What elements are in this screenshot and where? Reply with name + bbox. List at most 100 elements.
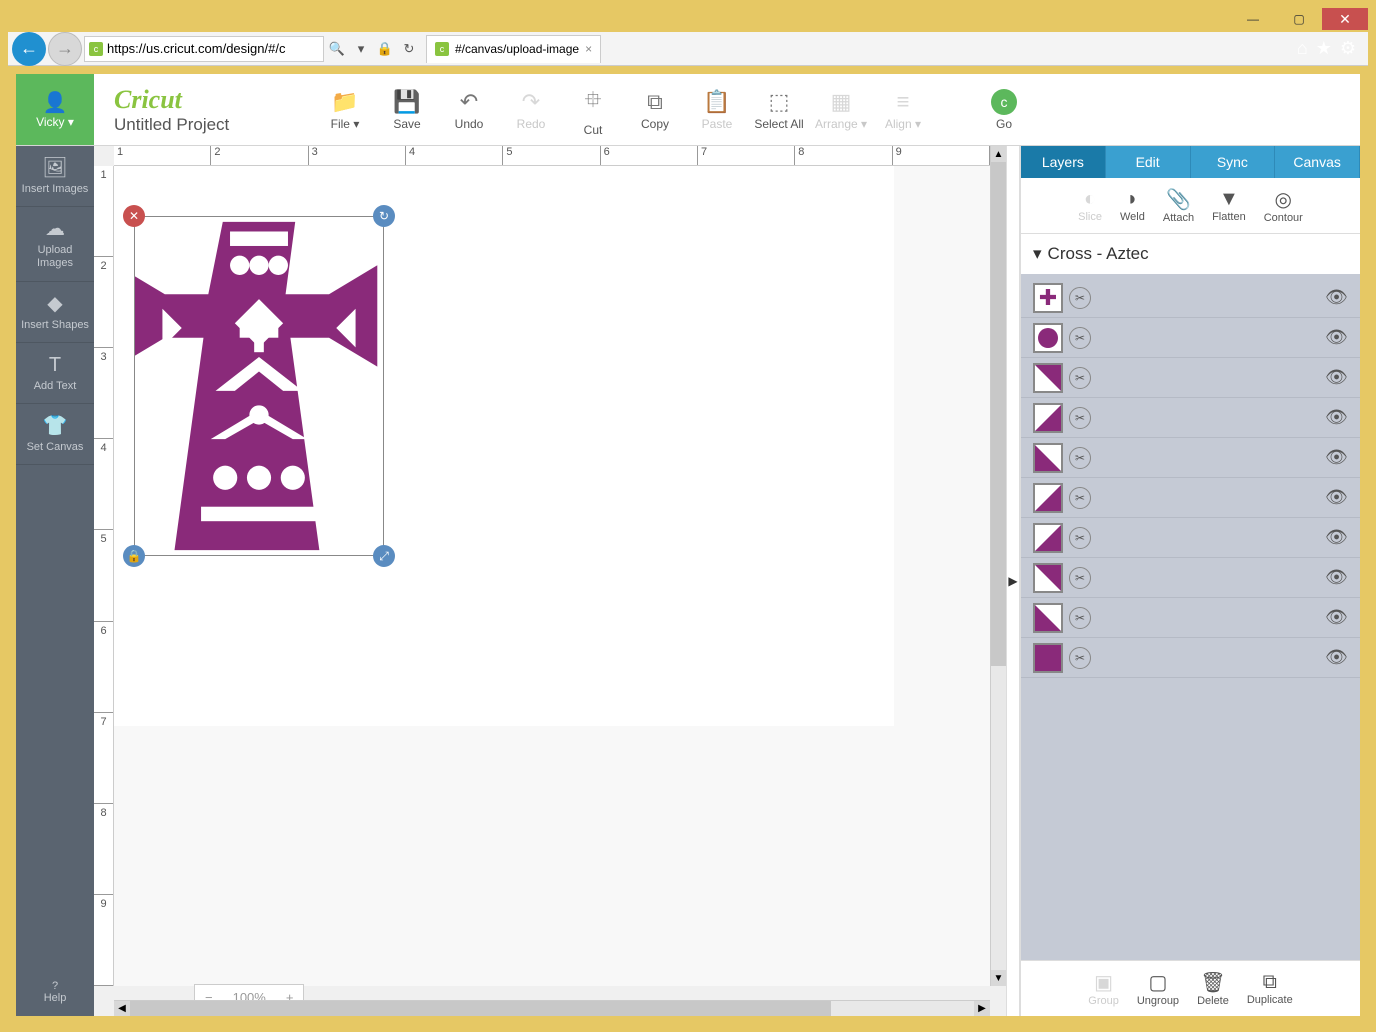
layer-row[interactable]: ✂👁 — [1021, 358, 1360, 398]
lock-icon[interactable]: 🔒 — [374, 36, 396, 62]
refresh-icon[interactable]: ↻ — [398, 36, 420, 62]
scissors-icon[interactable]: ✂ — [1069, 647, 1091, 669]
copy-button[interactable]: ⧉Copy — [624, 89, 686, 131]
help-button[interactable]: ?Help — [16, 968, 94, 1016]
layer-swatch[interactable]: ✚ — [1033, 283, 1063, 313]
scissors-icon[interactable]: ✂ — [1069, 407, 1091, 429]
visibility-icon[interactable]: 👁 — [1325, 287, 1348, 308]
settings-icon[interactable]: ⚙ — [1340, 38, 1356, 59]
browser-forward-button[interactable]: → — [48, 32, 82, 66]
visibility-icon[interactable]: 👁 — [1325, 527, 1348, 548]
close-button[interactable]: ✕ — [1322, 8, 1368, 30]
panel-collapse-toggle[interactable]: ▶ — [1006, 146, 1020, 1016]
tab-sync[interactable]: Sync — [1191, 146, 1276, 178]
duplicate-button[interactable]: ⧉Duplicate — [1247, 971, 1293, 1006]
layer-swatch[interactable] — [1033, 603, 1063, 633]
layer-swatch[interactable] — [1033, 443, 1063, 473]
dropdown-icon[interactable]: ▾ — [350, 36, 372, 62]
tab-canvas[interactable]: Canvas — [1275, 146, 1360, 178]
layer-swatch[interactable] — [1033, 323, 1063, 353]
scissors-icon[interactable]: ✂ — [1069, 487, 1091, 509]
arrange-menu: ▦Arrange ▾ — [810, 89, 872, 131]
layer-row[interactable]: ✂👁 — [1021, 318, 1360, 358]
search-dropdown-icon[interactable]: 🔍 — [326, 36, 348, 62]
favorites-icon[interactable]: ★ — [1316, 38, 1332, 59]
browser-tab[interactable]: c #/canvas/upload-image × — [426, 35, 601, 63]
upload-images-button[interactable]: ☁Upload Images — [16, 207, 94, 281]
tab-close-icon[interactable]: × — [585, 42, 592, 56]
app-topbar: 👤 Vicky ▾ Cricut Untitled Project 📁File … — [16, 74, 1360, 146]
layer-swatch[interactable] — [1033, 483, 1063, 513]
layer-swatch[interactable] — [1033, 403, 1063, 433]
set-canvas-button[interactable]: 👕Set Canvas — [16, 404, 94, 465]
project-name[interactable]: Untitled Project — [114, 115, 314, 135]
scissors-icon[interactable]: ✂ — [1069, 327, 1091, 349]
visibility-icon[interactable]: 👁 — [1325, 647, 1348, 668]
copy-icon: ⧉ — [647, 89, 663, 115]
home-icon[interactable]: ⌂ — [1297, 38, 1308, 59]
layer-row[interactable]: ✂👁 — [1021, 438, 1360, 478]
save-button[interactable]: 💾Save — [376, 89, 438, 131]
scissors-icon[interactable]: ✂ — [1069, 607, 1091, 629]
delete-handle[interactable]: ✕ — [123, 205, 145, 227]
visibility-icon[interactable]: 👁 — [1325, 447, 1348, 468]
contour-button[interactable]: ◎Contour — [1264, 187, 1303, 224]
undo-button[interactable]: ↶Undo — [438, 89, 500, 131]
insert-shapes-button[interactable]: ◆Insert Shapes — [16, 282, 94, 343]
scissors-icon[interactable]: ✂ — [1069, 567, 1091, 589]
layer-row[interactable]: ✂👁 — [1021, 558, 1360, 598]
user-menu[interactable]: 👤 Vicky ▾ — [16, 74, 94, 145]
scissors-icon[interactable]: ✂ — [1069, 287, 1091, 309]
selected-artwork[interactable]: ✕ ↻ 🔒 ⤢ — [134, 216, 384, 556]
tab-edit[interactable]: Edit — [1106, 146, 1191, 178]
address-bar[interactable]: c https://us.cricut.com/design/#/c — [84, 36, 324, 62]
ungroup-icon: ▢ — [1149, 970, 1168, 995]
resize-handle[interactable]: ⤢ — [373, 545, 395, 567]
visibility-icon[interactable]: 👁 — [1325, 567, 1348, 588]
cut-button[interactable]: ⯐Cut — [562, 83, 624, 137]
layer-row[interactable]: ✂👁 — [1021, 638, 1360, 678]
collapse-icon[interactable]: ▾ — [1033, 244, 1042, 264]
delete-button[interactable]: 🗑Delete — [1197, 970, 1229, 1007]
go-button[interactable]: cGo — [974, 89, 1034, 131]
select-all-button[interactable]: ⬚Select All — [748, 89, 810, 131]
maximize-button[interactable]: ▢ — [1276, 8, 1322, 30]
scissors-icon[interactable]: ✂ — [1069, 527, 1091, 549]
layer-row[interactable]: ✚ ✂ 👁 — [1021, 278, 1360, 318]
insert-images-button[interactable]: 🖼Insert Images — [16, 146, 94, 207]
scrollbar-vertical[interactable]: ▲▼ — [990, 146, 1006, 986]
add-text-button[interactable]: TAdd Text — [16, 343, 94, 404]
visibility-icon[interactable]: 👁 — [1325, 487, 1348, 508]
flatten-button[interactable]: ▼Flatten — [1212, 188, 1246, 223]
visibility-icon[interactable]: 👁 — [1325, 367, 1348, 388]
visibility-icon[interactable]: 👁 — [1325, 407, 1348, 428]
scissors-icon[interactable]: ✂ — [1069, 367, 1091, 389]
layer-row[interactable]: ✂👁 — [1021, 518, 1360, 558]
browser-back-button[interactable]: ← — [12, 32, 46, 66]
layer-row[interactable]: ✂👁 — [1021, 478, 1360, 518]
layer-row[interactable]: ✂👁 — [1021, 598, 1360, 638]
layer-swatch[interactable] — [1033, 643, 1063, 673]
minimize-button[interactable]: — — [1230, 8, 1276, 30]
tab-layers[interactable]: Layers — [1021, 146, 1106, 178]
ruler-tick: 1 — [114, 146, 211, 165]
layer-swatch[interactable] — [1033, 363, 1063, 393]
rotate-handle[interactable]: ↻ — [373, 205, 395, 227]
visibility-icon[interactable]: 👁 — [1325, 607, 1348, 628]
layer-group-header[interactable]: ▾ Cross - Aztec — [1021, 234, 1360, 274]
visibility-icon[interactable]: 👁 — [1325, 327, 1348, 348]
ungroup-button[interactable]: ▢Ungroup — [1137, 970, 1179, 1007]
ruler-tick: 6 — [94, 622, 113, 713]
layer-row[interactable]: ✂👁 — [1021, 398, 1360, 438]
file-menu[interactable]: 📁File ▾ — [314, 89, 376, 131]
scrollbar-horizontal[interactable]: ◀▶ — [114, 1000, 990, 1016]
lock-handle[interactable]: 🔒 — [123, 545, 145, 567]
weld-button[interactable]: ◗Weld — [1120, 188, 1145, 223]
ruler-horizontal: 123456789 — [114, 146, 990, 166]
scissors-icon[interactable]: ✂ — [1069, 447, 1091, 469]
cloud-upload-icon: ☁ — [20, 217, 90, 241]
design-canvas[interactable]: ✕ ↻ 🔒 ⤢ — [114, 166, 990, 986]
layer-swatch[interactable] — [1033, 563, 1063, 593]
layer-swatch[interactable] — [1033, 523, 1063, 553]
attach-button[interactable]: 📎Attach — [1163, 187, 1194, 224]
